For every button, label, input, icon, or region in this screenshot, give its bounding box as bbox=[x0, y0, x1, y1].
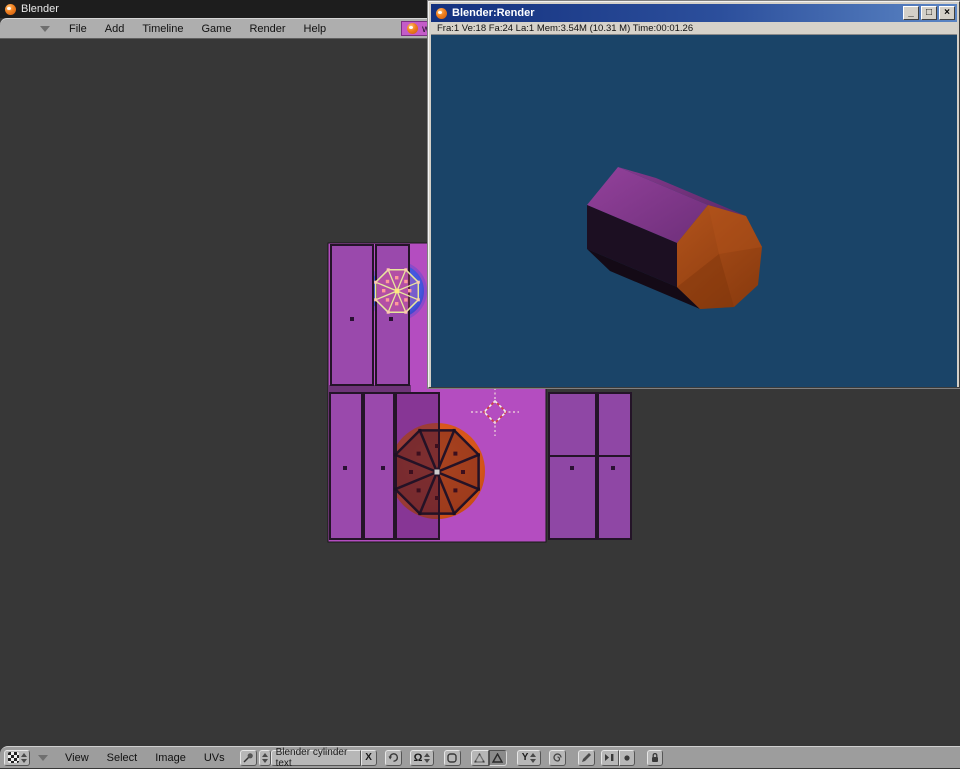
pin-icon bbox=[243, 752, 254, 763]
close-button[interactable]: × bbox=[939, 6, 955, 20]
unlink-image-button[interactable]: X bbox=[361, 750, 377, 766]
render-result-view bbox=[431, 35, 957, 387]
blender-logo-icon bbox=[407, 23, 418, 34]
lock-button[interactable] bbox=[647, 750, 663, 766]
menu-timeline[interactable]: Timeline bbox=[133, 23, 192, 35]
menu-uvs[interactable]: UVs bbox=[195, 752, 234, 764]
uv-editor-header: View Select Image UVs Blender cylinder t… bbox=[0, 746, 960, 768]
blender-logo-icon bbox=[436, 8, 447, 19]
triangle-dots-icon bbox=[474, 753, 485, 763]
browse-stepper-icon bbox=[261, 753, 269, 763]
menu-help[interactable]: Help bbox=[295, 23, 336, 35]
maximize-button[interactable]: □ bbox=[921, 6, 937, 20]
menu-view[interactable]: View bbox=[56, 752, 98, 764]
image-editor-icon bbox=[8, 752, 19, 763]
collapse-menus-icon[interactable] bbox=[38, 755, 48, 761]
pencil-button[interactable] bbox=[578, 750, 595, 766]
menu-image[interactable]: Image bbox=[146, 752, 195, 764]
main-window-title: Blender bbox=[21, 3, 59, 15]
select-mode-square-button[interactable] bbox=[444, 750, 461, 766]
menu-select[interactable]: Select bbox=[98, 752, 147, 764]
uv-cap-fan-bottom[interactable] bbox=[394, 429, 480, 515]
refresh-button[interactable] bbox=[385, 750, 402, 766]
keyframe-arrows-icon bbox=[604, 753, 615, 762]
y-icon: Y bbox=[522, 752, 529, 763]
sticky-select-button[interactable]: Y bbox=[517, 750, 541, 766]
sticky-stepper-icon bbox=[530, 753, 535, 763]
face-select-button[interactable] bbox=[489, 750, 507, 766]
image-name-field[interactable]: Blender cylinder text bbox=[271, 750, 361, 766]
rendered-cylinder bbox=[431, 35, 957, 387]
render-window[interactable]: Blender:Render _ □ × Fra:1 Ve:18 Fa:24 L… bbox=[428, 1, 960, 388]
image-browse-stepper[interactable] bbox=[259, 750, 271, 766]
uv-strips-top[interactable] bbox=[331, 245, 409, 385]
collapse-menus-icon[interactable] bbox=[40, 26, 50, 32]
pin-button[interactable] bbox=[240, 750, 257, 766]
sync-stepper-icon bbox=[425, 753, 430, 763]
refresh-icon bbox=[388, 752, 399, 763]
render-stats-bar: Fra:1 Ve:18 Fa:24 La:1 Mem:3.54M (10.31 … bbox=[431, 22, 957, 35]
vertex-select-button[interactable] bbox=[471, 750, 489, 766]
render-stats-text: Fra:1 Ve:18 Fa:24 La:1 Mem:3.54M (10.31 … bbox=[437, 23, 693, 34]
menu-file[interactable]: File bbox=[60, 23, 96, 35]
uv-selected-center-vertex[interactable] bbox=[395, 289, 399, 293]
record-button[interactable] bbox=[619, 750, 635, 766]
minimize-button[interactable]: _ bbox=[903, 6, 919, 20]
lock-icon bbox=[650, 752, 660, 763]
render-window-titlebar[interactable]: Blender:Render _ □ × bbox=[431, 4, 957, 22]
dot-icon bbox=[623, 754, 631, 762]
blender-logo-icon bbox=[5, 4, 16, 15]
proportional-edit-button[interactable] bbox=[549, 750, 566, 766]
uv-sync-button[interactable]: Ω bbox=[410, 750, 434, 766]
playback-button[interactable] bbox=[601, 750, 619, 766]
menu-render[interactable]: Render bbox=[240, 23, 294, 35]
octagonal-prism bbox=[587, 167, 762, 309]
rounded-square-icon bbox=[447, 753, 457, 763]
menu-game[interactable]: Game bbox=[192, 23, 240, 35]
uv-cap-center-vertex[interactable] bbox=[435, 470, 440, 475]
menu-add[interactable]: Add bbox=[96, 23, 134, 35]
omega-icon: Ω bbox=[414, 752, 423, 764]
render-window-title: Blender:Render bbox=[452, 7, 535, 19]
pencil-icon bbox=[581, 752, 592, 763]
triangle-icon bbox=[492, 753, 503, 763]
curl-icon bbox=[552, 752, 563, 763]
editor-type-button[interactable] bbox=[4, 750, 30, 766]
editor-type-stepper-icon bbox=[21, 753, 26, 763]
